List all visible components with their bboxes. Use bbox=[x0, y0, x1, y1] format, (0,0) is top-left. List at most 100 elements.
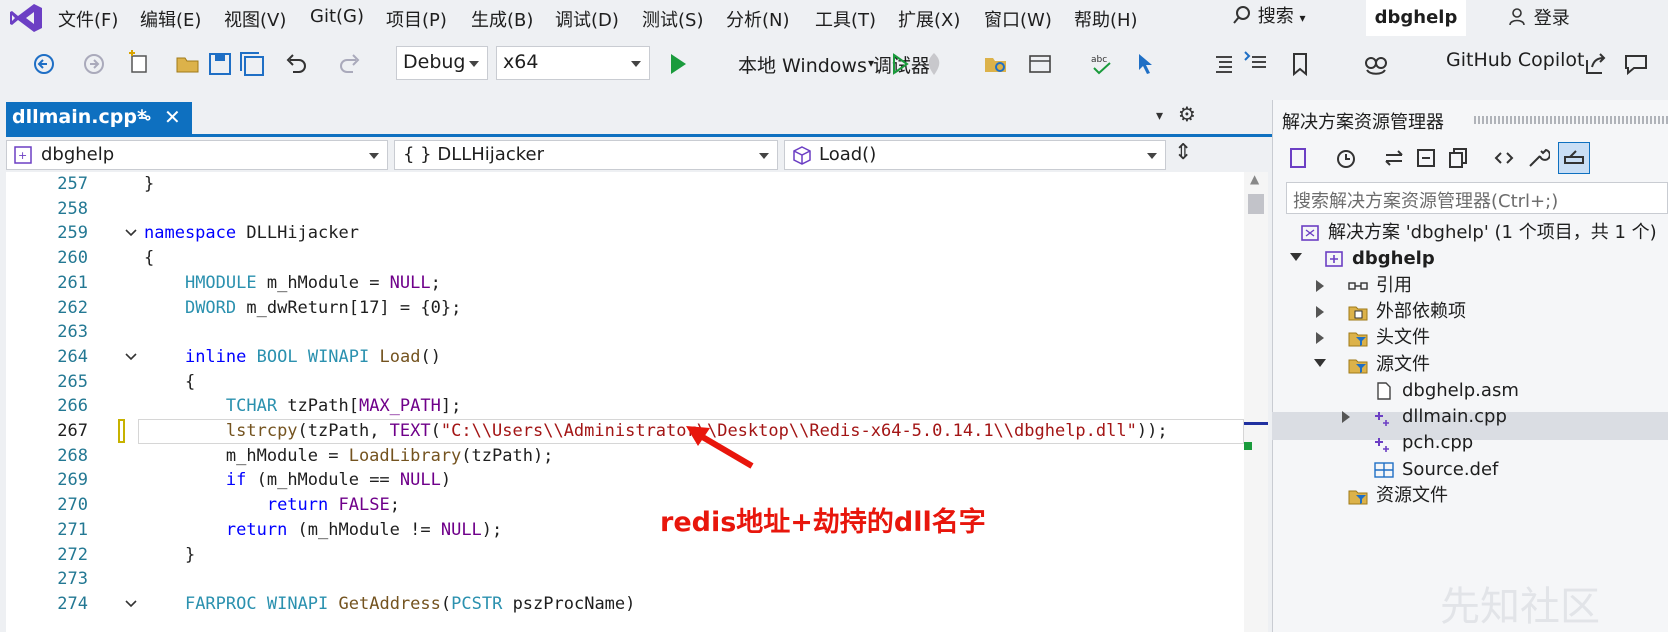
properties-wrench-icon[interactable] bbox=[1526, 146, 1550, 170]
code-line[interactable]: 267 lstrcpy(tzPath, TEXT("C:\\Users\\Adm… bbox=[6, 419, 1244, 444]
pending-changes-icon[interactable] bbox=[1334, 146, 1358, 170]
scroll-up-icon[interactable]: ▲ bbox=[1250, 172, 1259, 186]
start-without-debug-icon[interactable] bbox=[886, 50, 914, 78]
code-line[interactable]: 270 return FALSE; bbox=[6, 493, 1244, 518]
undo-icon[interactable] bbox=[282, 50, 310, 78]
menu-item[interactable]: 扩展(X) bbox=[898, 6, 960, 32]
menu-item[interactable]: 生成(B) bbox=[471, 6, 533, 32]
menu-item[interactable]: 帮助(H) bbox=[1074, 6, 1138, 32]
forward-icon[interactable] bbox=[80, 50, 108, 78]
pin-icon[interactable]: ⊸ bbox=[138, 108, 151, 127]
scope-nav-select[interactable]: { } DLLHijacker bbox=[394, 140, 778, 170]
switch-views-icon[interactable] bbox=[1286, 146, 1310, 170]
feedback-icon[interactable] bbox=[1622, 50, 1650, 78]
select-element-icon[interactable] bbox=[1134, 50, 1162, 78]
start-debug-icon[interactable] bbox=[664, 50, 692, 78]
preview-toggle-button[interactable] bbox=[1558, 142, 1590, 174]
search-button[interactable]: 搜索 ▾ bbox=[1232, 2, 1306, 32]
copilot-icon[interactable] bbox=[1362, 50, 1390, 78]
code-line[interactable]: 262 DWORD m_dwReturn[17] = {0}; bbox=[6, 296, 1244, 321]
code-line[interactable]: 263 bbox=[6, 320, 1244, 345]
save-all-icon[interactable] bbox=[238, 50, 266, 78]
tree-item[interactable]: 外部依赖项 bbox=[1272, 298, 1668, 326]
share-icon[interactable] bbox=[1582, 50, 1610, 78]
code-line[interactable]: 266 TCHAR tzPath[MAX_PATH]; bbox=[6, 394, 1244, 419]
new-project-icon[interactable] bbox=[126, 50, 154, 78]
platform-select[interactable]: x64 bbox=[496, 46, 650, 80]
code-line[interactable]: 259 namespace DLLHijacker bbox=[6, 221, 1244, 246]
expand-right-icon[interactable] bbox=[1342, 411, 1350, 424]
hot-reload-icon[interactable] bbox=[920, 50, 948, 78]
code-line[interactable]: 274 FARPROC WINAPI GetAddress(PCSTR pszP… bbox=[6, 592, 1244, 617]
code-line[interactable]: 269 if (m_hModule == NULL) bbox=[6, 468, 1244, 493]
expand-down-icon[interactable] bbox=[1290, 253, 1302, 262]
copilot-button[interactable]: GitHub Copilot bbox=[1446, 49, 1584, 71]
collapse-all-icon[interactable] bbox=[1414, 146, 1438, 170]
menu-item[interactable]: Git(G) bbox=[310, 6, 364, 27]
expand-down-icon[interactable] bbox=[1314, 358, 1326, 367]
uncomment-lines-icon[interactable] bbox=[1242, 50, 1270, 78]
code-line[interactable]: 260 { bbox=[6, 246, 1244, 271]
code-line[interactable]: 264 inline BOOL WINAPI Load() bbox=[6, 345, 1244, 370]
find-in-files-icon[interactable] bbox=[982, 50, 1010, 78]
login-button[interactable]: 登录 bbox=[1508, 4, 1570, 30]
tree-item[interactable]: 解决方案 'dbghelp' (1 个项目，共 1 个) bbox=[1272, 219, 1668, 247]
menu-item[interactable]: 调试(D) bbox=[555, 6, 619, 32]
solution-explorer-search-input[interactable]: 搜索解决方案资源管理器(Ctrl+;) bbox=[1286, 182, 1668, 214]
tree-item[interactable]: dbghelp bbox=[1272, 245, 1668, 273]
code-view-icon[interactable] bbox=[1492, 146, 1516, 170]
save-icon[interactable] bbox=[206, 50, 234, 78]
menu-item[interactable]: 视图(V) bbox=[224, 6, 286, 32]
project-nav-select[interactable]: + dbghelp bbox=[6, 140, 388, 170]
expand-right-icon[interactable] bbox=[1316, 279, 1324, 292]
tree-item[interactable]: 引用 bbox=[1272, 272, 1668, 300]
tree-item[interactable]: pch.cpp bbox=[1272, 429, 1668, 457]
tab-list-dropdown-icon[interactable]: ▾ bbox=[1156, 108, 1163, 124]
menu-item[interactable]: 文件(F) bbox=[58, 6, 118, 32]
expand-right-icon[interactable] bbox=[1316, 332, 1324, 345]
bookmark-icon[interactable] bbox=[1286, 50, 1314, 78]
settings-gear-icon[interactable]: ⚙ bbox=[1178, 102, 1196, 126]
menu-item[interactable]: 编辑(E) bbox=[140, 6, 201, 32]
tree-item[interactable]: dllmain.cpp bbox=[1272, 403, 1668, 431]
spell-check-icon[interactable]: abc bbox=[1088, 50, 1116, 78]
comment-lines-icon[interactable] bbox=[1210, 50, 1238, 78]
fold-collapse-icon[interactable] bbox=[124, 597, 138, 611]
editor-vertical-scrollbar[interactable]: ▲ bbox=[1244, 172, 1268, 632]
redo-icon[interactable] bbox=[336, 50, 364, 78]
tree-item[interactable]: Source.def bbox=[1272, 456, 1668, 484]
show-all-files-icon[interactable] bbox=[1446, 146, 1470, 170]
tree-item[interactable]: dbghelp.asm bbox=[1272, 377, 1668, 405]
fold-collapse-icon[interactable] bbox=[124, 226, 138, 240]
tree-item[interactable]: 源文件 bbox=[1272, 351, 1668, 379]
config-select[interactable]: Debug bbox=[396, 46, 488, 80]
scroll-thumb[interactable] bbox=[1248, 194, 1264, 214]
menu-item[interactable]: 窗口(W) bbox=[984, 6, 1052, 32]
tab-dllmain-cpp[interactable]: dllmain.cpp* ⊸ ✕ bbox=[6, 102, 192, 136]
code-editor[interactable]: 257} 258 259 namespace DLLHijacker 260{261 H… bbox=[6, 172, 1244, 632]
code-line[interactable]: 272 } bbox=[6, 543, 1244, 568]
tree-item[interactable]: 资源文件 bbox=[1272, 482, 1668, 510]
code-line[interactable]: 265 { bbox=[6, 370, 1244, 395]
menu-item[interactable]: 项目(P) bbox=[386, 6, 447, 32]
code-line[interactable]: 271 return (m_hModule != NULL); bbox=[6, 518, 1244, 543]
code-line[interactable]: 261 HMODULE m_hModule = NULL; bbox=[6, 271, 1244, 296]
window-layout-icon[interactable] bbox=[1026, 50, 1054, 78]
code-line[interactable]: 273 bbox=[6, 567, 1244, 592]
code-line[interactable]: 257} bbox=[6, 172, 1244, 197]
expand-right-icon[interactable] bbox=[1316, 305, 1324, 318]
split-editor-icon[interactable]: ⇕ bbox=[1174, 140, 1192, 165]
back-icon[interactable] bbox=[30, 50, 58, 78]
sync-icon[interactable] bbox=[1382, 146, 1406, 170]
fold-collapse-icon[interactable] bbox=[124, 350, 138, 364]
menu-item[interactable]: 工具(T) bbox=[815, 6, 876, 32]
member-nav-select[interactable]: Load() bbox=[784, 140, 1166, 170]
close-icon[interactable]: ✕ bbox=[164, 105, 181, 129]
code-line[interactable]: 268 m_hModule = LoadLibrary(tzPath); bbox=[6, 444, 1244, 469]
tree-item[interactable]: 头文件 bbox=[1272, 324, 1668, 352]
chevron-down-icon[interactable]: ▾ bbox=[868, 56, 874, 70]
code-line[interactable]: 258 bbox=[6, 197, 1244, 222]
menu-item[interactable]: 分析(N) bbox=[726, 6, 790, 32]
menu-item[interactable]: 测试(S) bbox=[642, 6, 703, 32]
visual-studio-logo-icon[interactable] bbox=[8, 2, 44, 34]
